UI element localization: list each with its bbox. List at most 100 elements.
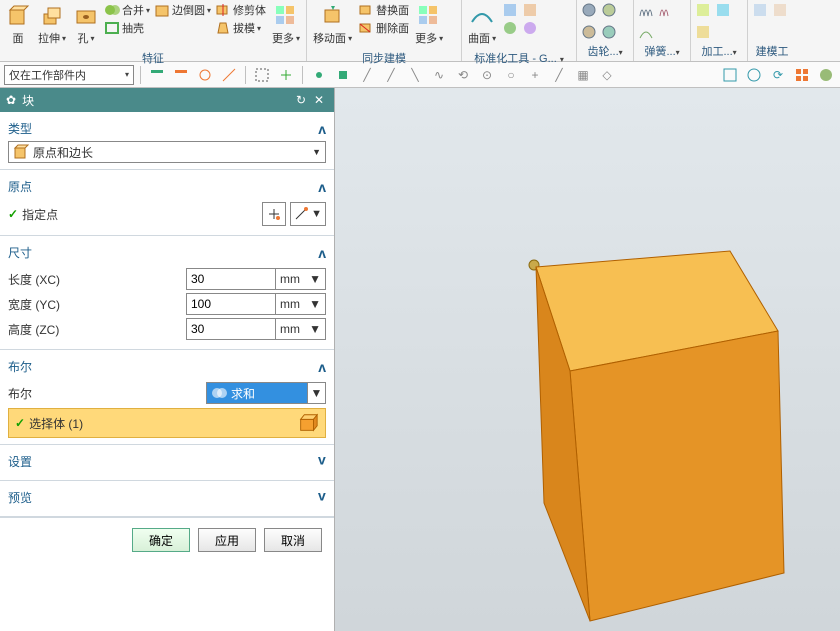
rect-select-icon [254,67,270,83]
spring-icon[interactable] [638,2,654,18]
tb-snap-end[interactable]: ╲ [405,65,425,85]
length-input[interactable] [186,268,276,290]
chevron-down-icon: ▾ [125,70,129,79]
reset-icon[interactable]: ↻ [292,91,310,109]
snap-icon [335,67,351,83]
std-tool-4[interactable] [522,20,538,36]
caret-up-icon: ʌ [318,179,326,195]
height-unit[interactable]: mm▼ [276,318,326,340]
gear-icon[interactable] [581,2,597,18]
tb-snap-grid[interactable]: ▦ [573,65,593,85]
cancel-button[interactable]: 取消 [264,528,322,552]
tb-snap-node[interactable]: ◇ [597,65,617,85]
width-input[interactable] [186,293,276,315]
ribbon-surface[interactable]: 曲面▾ [466,2,498,48]
gear-icon[interactable] [581,24,597,40]
ribbon-more-feature[interactable]: 更多▾ [270,2,302,48]
ribbon-shell[interactable]: 抽壳 [104,20,150,36]
tb-view-more[interactable] [816,65,836,85]
tb-snap-tangent[interactable]: ⟲ [453,65,473,85]
length-unit[interactable]: mm▼ [276,268,326,290]
tb-filter-4[interactable] [219,65,239,85]
tb-snap-quad[interactable]: ○ [501,65,521,85]
tb-snap-perp[interactable]: ╱ [549,65,569,85]
tb-select-plus[interactable] [276,65,296,85]
point-dialog-button[interactable] [262,202,286,226]
viewport-3d[interactable] [335,88,840,631]
close-icon[interactable]: ✕ [310,91,328,109]
tool-icon[interactable] [772,2,788,18]
chevron-down-icon: ▼ [309,322,321,336]
tb-filter-2[interactable] [171,65,191,85]
check-icon: ✓ [15,416,25,430]
std-tool-1[interactable] [502,2,518,18]
chevron-down-icon: ▼ [311,208,322,220]
spring-icon[interactable] [638,24,654,40]
dim-row-length: 长度 (XC) mm▼ [8,268,326,290]
cross-icon: + [531,68,538,82]
tb-view-refresh[interactable]: ⟳ [768,65,788,85]
ribbon-group-label[interactable]: 齿轮... [587,46,618,58]
tb-view-1[interactable] [720,65,740,85]
section-head-bool[interactable]: 布尔 ʌ [8,356,326,379]
apply-button[interactable]: 应用 [198,528,256,552]
section-head-preview[interactable]: 预览 ʌ [8,487,326,510]
section-boolean: 布尔 ʌ 布尔 求和 ▼ ✓ 选择体 (1) [0,350,334,445]
ribbon-unite[interactable]: 合并▾ [104,2,150,18]
tb-snap-cross[interactable]: + [525,65,545,85]
caret-up-icon: ʌ [318,359,326,375]
chevron-down-icon[interactable]: ▼ [307,383,325,403]
tool-icon[interactable] [695,24,711,40]
select-body-row[interactable]: ✓ 选择体 (1) [8,408,326,438]
height-input[interactable] [186,318,276,340]
section-head-dim[interactable]: 尺寸 ʌ [8,242,326,265]
ribbon-face[interactable]: 面 [4,2,32,48]
ribbon-extrude[interactable]: 拉伸▾ [36,2,68,48]
tool-icon[interactable] [715,2,731,18]
tb-filter-3[interactable] [195,65,215,85]
chevron-down-icon: ▼ [309,272,321,286]
tool-icon[interactable] [752,2,768,18]
tb-select-rect[interactable] [252,65,272,85]
std-tool-2[interactable] [502,20,518,36]
tb-view-2[interactable] [744,65,764,85]
tool-icon[interactable] [695,2,711,18]
width-unit[interactable]: mm▼ [276,293,326,315]
caret-down-icon: ʌ [318,454,326,470]
ok-button[interactable]: 确定 [132,528,190,552]
ribbon-deleteface[interactable]: 删除面 [358,20,409,36]
tb-snap-center[interactable]: ⊙ [477,65,497,85]
tb-snap-2[interactable] [333,65,353,85]
gear-icon[interactable]: ✿ [6,93,16,107]
quad-icon: ○ [507,68,514,82]
tb-view-grid[interactable] [792,65,812,85]
tb-snap-1[interactable] [309,65,329,85]
ribbon-group-label[interactable]: 加工... [701,46,732,58]
ribbon-group-label[interactable]: 弹簧... [644,46,675,58]
bool-select[interactable]: 求和 ▼ [206,382,326,404]
section-head-settings[interactable]: 设置 ʌ [8,451,326,474]
ribbon-draft[interactable]: 拔模▾ [215,20,266,36]
ribbon-moveface[interactable]: 移动面▾ [311,2,354,48]
tb-snap-curve[interactable]: ∿ [429,65,449,85]
point-vector-button[interactable]: ▼ [290,202,326,226]
ribbon-hole[interactable]: 孔▾ [72,2,100,48]
ribbon-group-label[interactable]: 建模工 [756,46,789,58]
ribbon-more-sync[interactable]: 更多▾ [413,2,445,48]
ribbon-group-label[interactable]: 标准化工具 - G... [474,53,557,65]
tb-snap-mid[interactable]: ╱ [381,65,401,85]
tool-icon [522,2,538,18]
tb-filter-1[interactable] [147,65,167,85]
ribbon-replaceface[interactable]: 替换面 [358,2,409,18]
selection-scope-combo[interactable]: 仅在工作部件内▾ [4,65,134,85]
std-tool-3[interactable] [522,2,538,18]
gear-icon[interactable] [601,2,617,18]
gear-icon[interactable] [601,24,617,40]
section-head-origin[interactable]: 原点 ʌ [8,176,326,199]
section-head-type[interactable]: 类型 ʌ [8,118,326,141]
tb-snap-line[interactable]: ╱ [357,65,377,85]
spring-icon[interactable] [658,2,674,18]
type-dropdown[interactable]: 原点和边长 ▼ [8,141,326,163]
ribbon-trim[interactable]: 修剪体 [215,2,266,18]
ribbon-chamfer[interactable]: 边倒圆▾ [154,2,211,18]
